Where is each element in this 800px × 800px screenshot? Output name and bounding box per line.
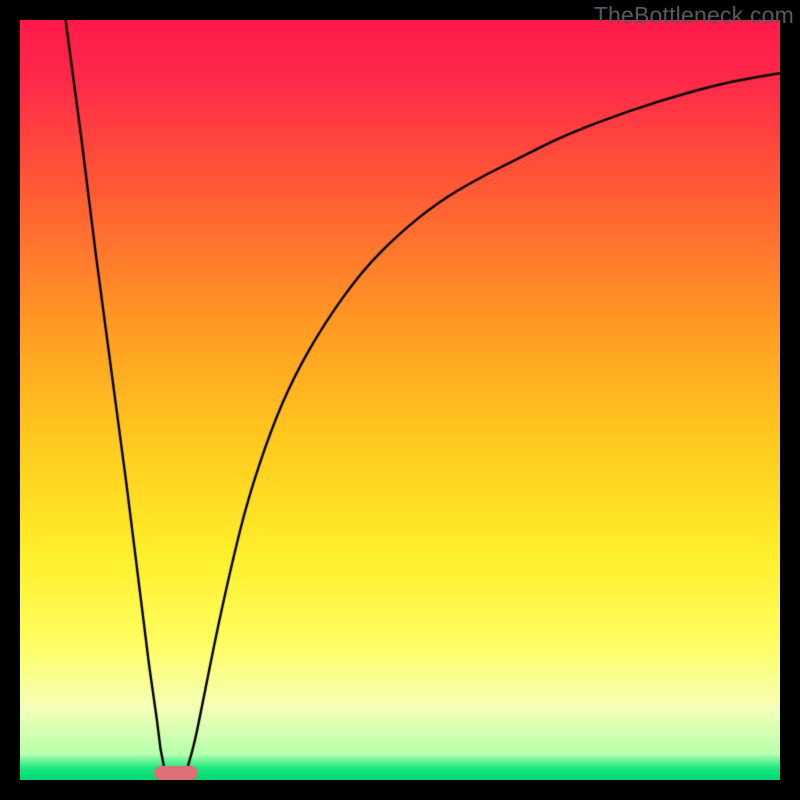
heat-gradient-background bbox=[20, 20, 780, 780]
plot-area bbox=[20, 20, 780, 780]
chart-stage: TheBottleneck.com bbox=[0, 0, 800, 800]
watermark-text: TheBottleneck.com bbox=[594, 2, 794, 29]
